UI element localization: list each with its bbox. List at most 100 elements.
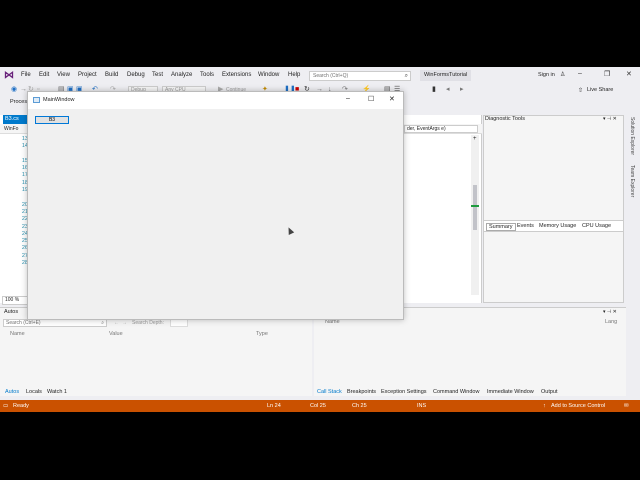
editor-scrollbar[interactable] — [471, 135, 479, 295]
bookmark-prev-icon[interactable]: ◂ — [446, 86, 450, 94]
scrollbar-change-marker — [471, 205, 479, 207]
status-bar: ▭ Ready Ln 24 Col 25 Ch 25 INS ↑ Add to … — [0, 400, 640, 412]
mouse-cursor-icon — [285, 226, 295, 235]
menu-tools[interactable]: Tools — [200, 72, 214, 78]
search-forward-icon[interactable]: → — [122, 320, 127, 326]
line-number: 13 — [21, 136, 28, 142]
scrollbar-thumb[interactable] — [473, 185, 477, 230]
maximize-icon[interactable]: ☐ — [368, 95, 374, 103]
tab-breakpoints[interactable]: Breakpoints — [347, 389, 376, 395]
back-icon[interactable]: ◉ — [11, 86, 17, 94]
sign-in-link[interactable]: Sign in — [538, 72, 555, 78]
search-depth-label: Search Depth: — [132, 320, 164, 326]
status-line: Ln 24 — [267, 403, 281, 409]
menu-analyze[interactable]: Analyze — [171, 72, 192, 78]
line-number: 19 — [21, 187, 28, 194]
notifications-icon[interactable]: ✉ — [624, 403, 629, 409]
minimize-icon[interactable]: – — [578, 70, 582, 77]
menu-build[interactable]: Build — [105, 72, 118, 78]
bookmark-next-icon[interactable]: ▸ — [460, 86, 464, 94]
tab-call-stack[interactable]: Call Stack — [317, 389, 342, 395]
status-ready: Ready — [13, 403, 29, 409]
status-col: Col 25 — [310, 403, 326, 409]
add-to-source-control[interactable]: Add to Source Control — [551, 403, 605, 409]
diagnostic-tools-pane — [483, 115, 624, 303]
nav-type-dropdown[interactable]: WinFo — [4, 126, 18, 132]
line-number — [14, 151, 28, 158]
status-icon: ▭ — [3, 403, 9, 409]
line-number: 24 — [21, 230, 28, 237]
close-icon[interactable]: ✕ — [389, 95, 395, 103]
main-window[interactable]: MainWindow – ☐ ✕ B3 — [27, 91, 404, 320]
menu-debug[interactable]: Debug — [127, 72, 145, 78]
forward-icon[interactable]: → — [20, 86, 27, 94]
tab-output[interactable]: Output — [541, 389, 558, 395]
call-stack-pane — [314, 307, 626, 396]
tab-autos[interactable]: Autos — [5, 389, 19, 395]
right-tool-rail: Solution Explorer Team Explorer — [626, 115, 640, 303]
menu-edit[interactable]: Edit — [39, 72, 49, 78]
menu-extensions[interactable]: Extensions — [222, 72, 251, 78]
nav-member-dropdown[interactable]: der, EventArgs e) — [404, 125, 478, 133]
close-icon[interactable]: ✕ — [626, 70, 632, 78]
line-number: 18 — [21, 179, 28, 186]
restore-icon[interactable]: ❐ — [604, 70, 610, 78]
bookmark-icon[interactable]: ▮ — [432, 86, 436, 94]
tab-command-window[interactable]: Command Window — [433, 389, 479, 395]
line-number: 14 — [21, 143, 28, 150]
search-placeholder: Search (Ctrl+Q) — [313, 73, 349, 79]
autos-col-value: Value — [109, 331, 123, 337]
menu-test[interactable]: Test — [152, 72, 163, 78]
visual-studio-logo-icon: ⋈ — [4, 70, 14, 81]
line-number: 23 — [21, 223, 28, 230]
live-share-button[interactable]: Live Share — [587, 87, 613, 93]
search-back-icon[interactable]: ← — [114, 320, 119, 326]
tab-summary[interactable]: Summary — [486, 223, 516, 231]
menu-help[interactable]: Help — [288, 72, 300, 78]
menu-window[interactable]: Window — [258, 72, 279, 78]
visual-studio-window: ⋈ File Edit View Project Build Debug Tes… — [0, 67, 640, 412]
line-number: 22 — [21, 216, 28, 223]
line-number: 27 — [21, 252, 28, 259]
search-depth-select[interactable] — [170, 319, 188, 327]
search-icon: ⌕ — [101, 320, 104, 326]
line-number — [14, 194, 28, 201]
tab-immediate-window[interactable]: Immediate Window — [487, 389, 534, 395]
line-number: 21 — [21, 208, 28, 215]
nav-member-value: der, EventArgs e) — [407, 126, 446, 132]
team-explorer-tab[interactable]: Team Explorer — [629, 165, 635, 197]
menu-file[interactable]: File — [21, 72, 31, 78]
status-mode: INS — [417, 403, 427, 409]
line-number: 15 — [21, 157, 28, 164]
solution-name: WinFormsTutorial — [420, 70, 472, 81]
minimize-icon[interactable]: – — [346, 95, 350, 102]
pane-menu-icon[interactable]: ▾ ⊣ ✕ — [603, 309, 617, 315]
menu-project[interactable]: Project — [78, 72, 97, 78]
pane-menu-icon[interactable]: ▾ ⊣ ✕ — [603, 116, 617, 122]
autos-title: Autos — [4, 309, 19, 315]
menu-view[interactable]: View — [57, 72, 70, 78]
tab-locals[interactable]: Locals — [26, 389, 42, 395]
tab-cpu-usage[interactable]: CPU Usage — [582, 223, 611, 229]
status-ch: Ch 25 — [352, 403, 367, 409]
autos-search-input[interactable]: Search (Ctrl+E) ⌕ — [3, 319, 107, 327]
line-number-gutter: 13 14 15 16 17 18 19 20 21 22 23 24 25 26 27 28 — [14, 136, 28, 267]
account-icon[interactable]: ♙ — [560, 71, 565, 78]
tab-exception-settings[interactable]: Exception Settings — [381, 389, 427, 395]
tab-memory-usage[interactable]: Memory Usage — [539, 223, 576, 229]
window-app-icon — [33, 97, 40, 103]
live-share-icon[interactable]: ⇧ — [578, 87, 583, 94]
line-number: 25 — [21, 238, 28, 245]
tab-watch-1[interactable]: Watch 1 — [47, 389, 67, 395]
main-window-titlebar[interactable]: MainWindow – ☐ ✕ — [28, 92, 403, 109]
source-control-arrow-icon[interactable]: ↑ — [543, 403, 546, 409]
split-editor-icon[interactable]: + — [473, 136, 477, 142]
document-tab-b3[interactable]: B3.cs × — [3, 115, 27, 131]
solution-explorer-tab[interactable]: Solution Explorer — [629, 117, 635, 155]
diagnostic-tools-title: Diagnostic Tools — [485, 116, 525, 122]
search-input[interactable]: Search (Ctrl+Q) ⌕ — [309, 71, 411, 81]
b3-button[interactable]: B3 — [35, 116, 69, 124]
main-window-title: MainWindow — [43, 97, 75, 103]
line-number: 16 — [21, 165, 28, 172]
tab-events[interactable]: Events — [517, 223, 534, 229]
